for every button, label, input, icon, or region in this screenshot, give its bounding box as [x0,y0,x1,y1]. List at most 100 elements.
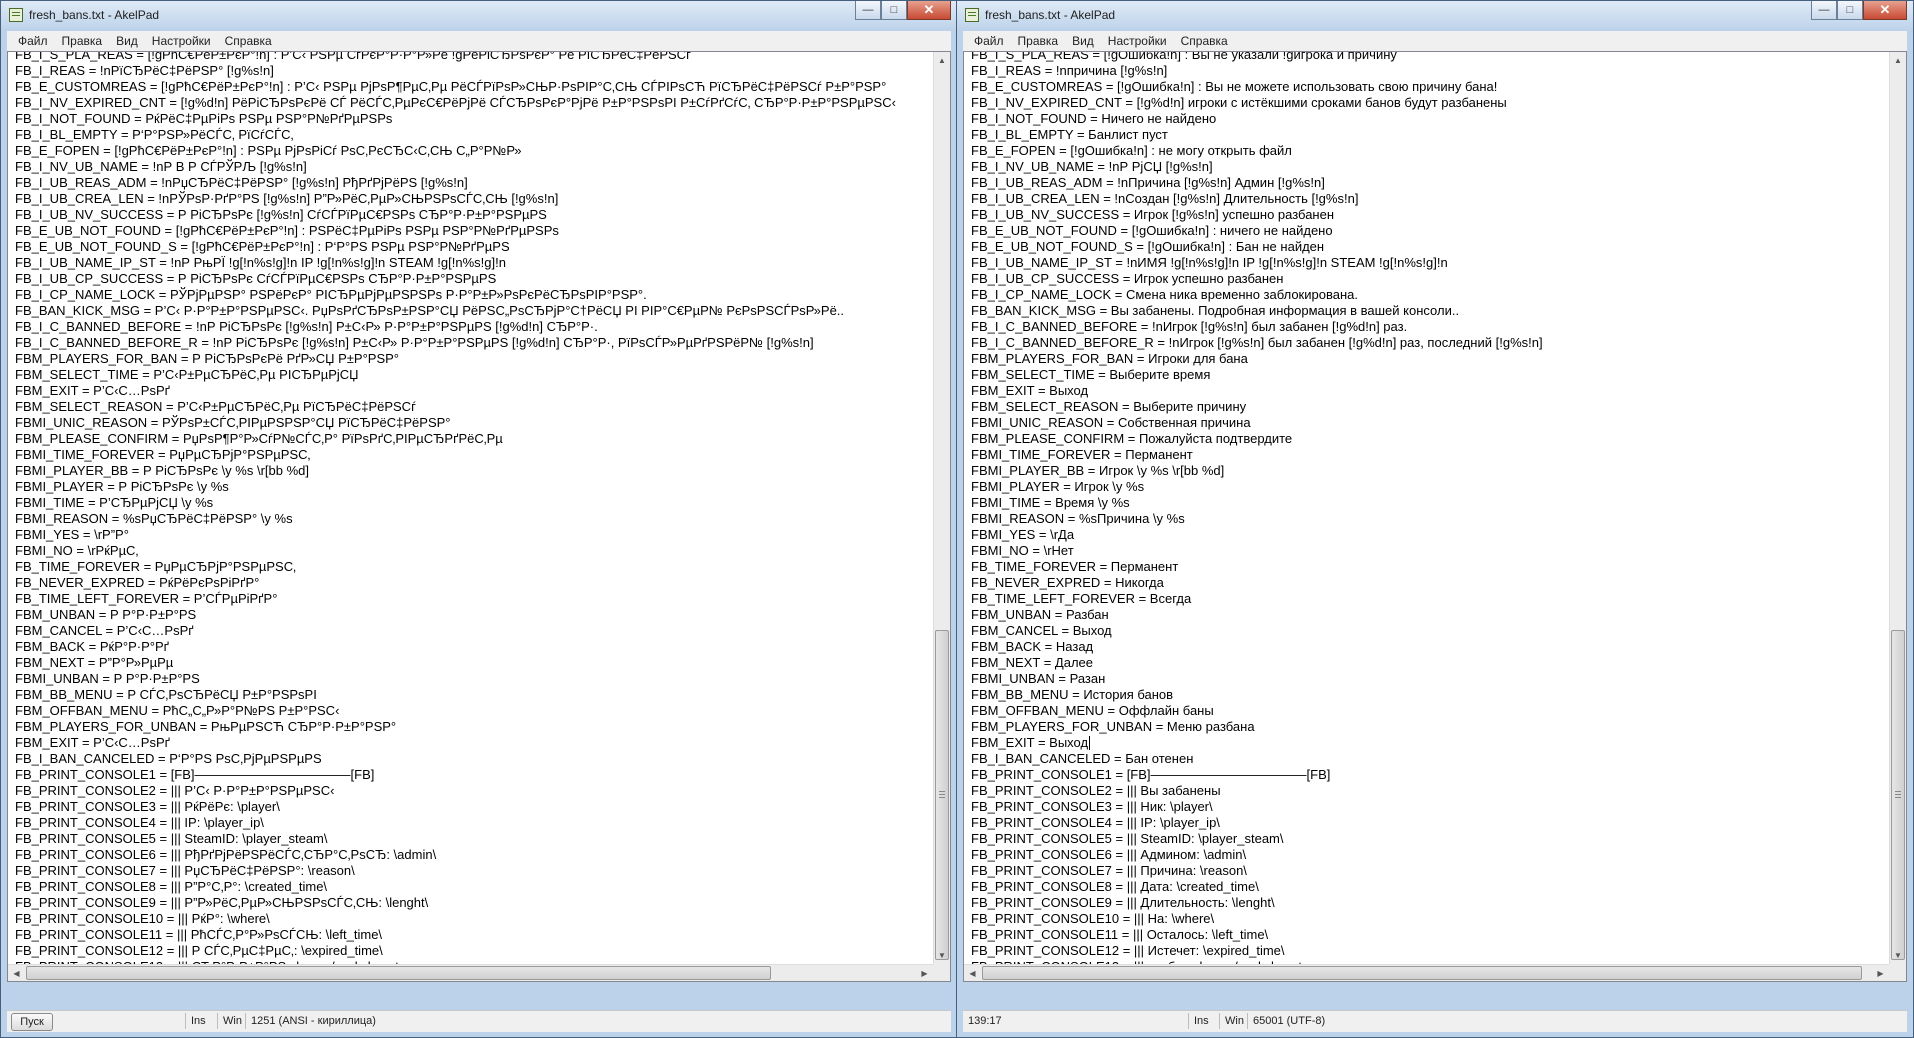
vertical-scroll-thumb[interactable] [1891,630,1905,960]
text-editor[interactable]: FB_I_S_PLA_REAS = [!gРћС€РёР±РєР°!n] : Р… [7,51,951,982]
akelpad-app-icon[interactable] [9,8,23,22]
text-line: FBM_EXIT = Р’С‹С…РѕРґ [15,735,170,750]
text-line: FBM_PLEASE_CONFIRM = Пожалуйста подтверд… [971,431,1293,446]
text-line: FB_E_UB_NOT_FOUND_S = [!gРћС€РёР±РєР°!n]… [15,239,510,254]
menu-help[interactable]: Справка [218,34,279,48]
text-line: FBMI_YES = \rДа [971,527,1075,542]
text-line: FB_PRINT_CONSOLE12 = ||| Истечет: \expir… [971,943,1285,958]
text-line: FBMI_TIME = Р’СЂРµРјСЏ \y %s [15,495,214,510]
text-line: FB_PRINT_CONSOLE7 = ||| РџСЂРёС‡РёРЅР°: … [15,863,355,878]
text-line: FBMI_UNIC_REASON = РЎРѕР±СЃС‚РІРµРЅРЅР°С… [15,415,451,430]
text-line: FB_I_BAN_CANCELED = Р‘Р°РЅ РѕС‚РјРµРЅРµР… [15,751,322,766]
text-line: FB_I_NV_EXPIRED_CNT = [!g%d!n] РёРіСЂРѕР… [15,95,896,110]
text-editor[interactable]: FB_I_S_PLA_REAS = [!gОшибка!n] : Вы не у… [963,51,1907,982]
close-button[interactable]: ✕ [907,1,951,20]
menu-file[interactable]: Файл [967,34,1011,48]
text-line: FB_PRINT_CONSOLE8 = ||| Р”Р°С‚Р°: \creat… [15,879,328,894]
text-area[interactable]: FB_I_S_PLA_REAS = [!gРћС€РёР±РєР°!n] : Р… [8,52,933,964]
text-line: FBM_EXIT = Выход [971,383,1089,398]
minimize-button[interactable]: — [855,1,881,20]
text-line: FBM_UNBAN = Р Р°Р·Р±Р°РЅ [15,607,197,622]
menu-view[interactable]: Вид [1065,34,1101,48]
vertical-scrollbar[interactable]: ▲ ▼ [1889,52,1906,964]
text-line: FBMI_PLAYER_BB = Р РіСЂРѕРє \y %s \r[bb … [15,463,309,478]
horizontal-scrollbar[interactable]: ◀ ▶ [964,964,1889,981]
text-line: FB_PRINT_CONSOLE6 = ||| РђРґРјРёРЅРёСЃС‚… [15,847,437,862]
text-line: FB_PRINT_CONSOLE1 = [FB]————————————[FB] [971,767,1331,782]
close-button[interactable]: ✕ [1863,1,1907,20]
text-line: FBM_OFFBAN_MENU = Оффлайн баны [971,703,1214,718]
text-line: FB_PRINT_CONSOLE9 = ||| Длительность: \l… [971,895,1275,910]
maximize-button[interactable]: □ [1837,1,1863,20]
text-line: FBM_PLEASE_CONFIRM = РџРѕР¶Р°Р»СѓР№СЃС‚Р… [15,431,503,446]
text-line: FB_I_UB_NAME_IP_ST = !nИМЯ !g[!n%s!g]!n … [971,255,1448,270]
menu-settings[interactable]: Настройки [1101,34,1174,48]
menu-bar: Файл Правка Вид Настройки Справка [7,31,951,51]
text-line: FBM_UNBAN = Разбан [971,607,1109,622]
menu-help[interactable]: Справка [1174,34,1235,48]
maximize-button[interactable]: □ [881,1,907,20]
scroll-right-arrow-icon[interactable]: ▶ [916,965,933,981]
text-line: FBM_PLAYERS_FOR_UNBAN = РњРµРЅСЋ СЂР°Р·Р… [15,719,397,734]
menu-edit[interactable]: Правка [55,34,110,48]
text-line: FB_PRINT_CONSOLE10 = ||| РќР°: \where\ [15,911,270,926]
text-line: FBM_PLAYERS_FOR_BAN = Игроки для бана [971,351,1248,366]
text-area[interactable]: FB_I_S_PLA_REAS = [!gОшибка!n] : Вы не у… [964,52,1889,964]
caption-buttons: — □ ✕ [855,1,951,21]
text-line: FBM_BB_MENU = Р СЃС‚РѕСЂРёСЏ Р±Р°РЅРѕРІ [15,687,317,702]
text-line: FBMI_UNBAN = Разан [971,671,1106,686]
text-line: FBMI_REASON = %sПричина \y %s [971,511,1185,526]
akelpad-window-right: fresh_bans.txt - AkelPad — □ ✕ Файл Прав… [956,0,1914,1038]
text-line: FB_NEVER_EXPRED = Никогда [971,575,1164,590]
akelpad-app-icon[interactable] [965,8,979,22]
text-line: FB_I_S_PLA_REAS = [!gРћС€РёР±РєР°!n] : Р… [15,52,691,62]
text-line: FBM_EXIT = Р’С‹С…РѕРґ [15,383,170,398]
menu-view[interactable]: Вид [109,34,145,48]
scroll-up-arrow-icon[interactable]: ▲ [934,52,950,69]
text-line: FB_I_NV_EXPIRED_CNT = [!g%d!n] игроки с … [971,95,1507,110]
menu-file[interactable]: Файл [11,34,55,48]
menu-edit[interactable]: Правка [1011,34,1066,48]
scroll-right-arrow-icon[interactable]: ▶ [1872,965,1889,981]
horizontal-scroll-thumb[interactable] [982,966,1862,980]
horizontal-scrollbar[interactable]: ◀ ▶ [8,964,933,981]
text-line: FBM_SELECT_REASON = Р’С‹Р±РµСЂРёС‚Рµ РїС… [15,399,416,414]
vertical-scrollbar[interactable]: ▲ ▼ [933,52,950,964]
horizontal-scroll-thumb[interactable] [26,966,771,980]
scroll-down-arrow-icon[interactable]: ▼ [1890,947,1906,964]
text-line: FB_PRINT_CONSOLE7 = ||| Причина: \reason… [971,863,1247,878]
scroll-corner [933,964,950,981]
text-line: FB_I_UB_CREA_LEN = !nСоздан [!g%s!n] Дли… [971,191,1359,206]
text-line: FB_I_NOT_FOUND = Ничего не найдено [971,111,1217,126]
vertical-scroll-thumb[interactable] [935,630,949,960]
akelpad-window-left: fresh_bans.txt - AkelPad — □ ✕ Файл Прав… [0,0,958,1038]
text-line: FBMI_PLAYER = Р РіСЂРѕРє \y %s [15,479,229,494]
scroll-left-arrow-icon[interactable]: ◀ [964,965,981,981]
scroll-left-arrow-icon[interactable]: ◀ [8,965,25,981]
scroll-up-arrow-icon[interactable]: ▲ [1890,52,1906,69]
text-line: FBM_SELECT_REASON = Выберите причину [971,399,1247,414]
text-line: FB_I_NV_UB_NAME = !nР РјСЏ [!g%s!n] [971,159,1213,174]
text-line: FB_TIME_FOREVER = РџРµСЂРјР°РЅРµРЅС‚ [15,559,296,574]
text-line: FB_I_UB_REAS_ADM = !nРџСЂРёС‡РёРЅР° [!g%… [15,175,468,190]
text-line: FB_PRINT_CONSOLE4 = ||| IP: \player_ip\ [15,815,264,830]
text-line: FB_I_REAS = !nРїСЂРёС‡РёРЅР° [!g%s!n] [15,63,274,78]
minimize-button[interactable]: — [1811,1,1837,20]
title-bar[interactable]: fresh_bans.txt - AkelPad — □ ✕ [957,1,1913,31]
scroll-down-arrow-icon[interactable]: ▼ [934,947,950,964]
title-bar[interactable]: fresh_bans.txt - AkelPad — □ ✕ [1,1,957,31]
status-codepage: 65001 (UTF-8) [1247,1013,1325,1029]
text-line: FBM_NEXT = Далее [971,655,1094,670]
text-line: FB_I_REAS = !nпричина [!g%s!n] [971,63,1168,78]
text-line: FBM_NEXT = Р”Р°Р»РµРµ [15,655,174,670]
text-line: FBMI_UNIC_REASON = Собственная причина [971,415,1251,430]
text-line: FB_I_BAN_CANCELED = Бан отенен [971,751,1194,766]
scroll-corner [1889,964,1906,981]
text-line: FB_I_BL_EMPTY = Р‘Р°РЅР»РёСЃС‚ РїСѓСЃС‚ [15,127,294,142]
menu-settings[interactable]: Настройки [145,34,218,48]
text-line: FB_E_CUSTOMREAS = [!gРћС€РёР±РєР°!n] : Р… [15,79,887,94]
start-button[interactable]: Пуск [11,1013,53,1031]
text-line: FB_I_UB_NAME_IP_ST = !nР РњРЇ !g[!n%s!g]… [15,255,506,270]
text-line: FB_I_C_BANNED_BEFORE_R = !nР РіСЂРѕРє [!… [15,335,814,350]
text-line: FB_PRINT_CONSOLE2 = ||| Р’С‹ Р·Р°Р±Р°РЅР… [15,783,335,798]
